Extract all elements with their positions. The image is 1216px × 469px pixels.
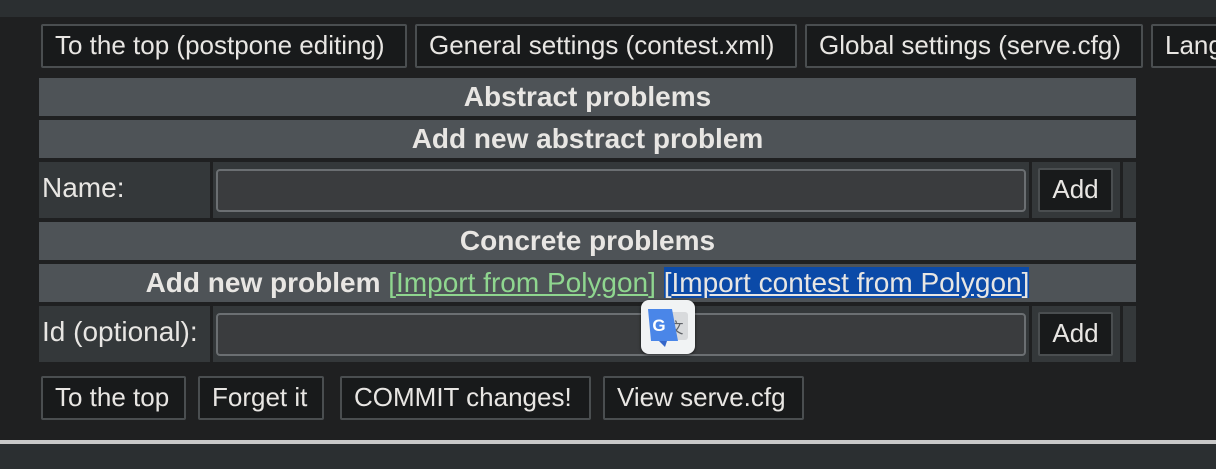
name-label: Name:: [42, 172, 125, 203]
to-top-postpone-button[interactable]: To the top (postpone editing): [41, 24, 407, 68]
id-optional-label: Id (optional):: [42, 316, 198, 347]
import-contest-label: Import contest from Polygon: [671, 267, 1022, 298]
google-translate-icon[interactable]: 文 G: [641, 300, 695, 354]
add-abstract-button[interactable]: Add: [1038, 168, 1113, 212]
open-bracket: [: [388, 267, 397, 298]
to-top-button[interactable]: To the top: [41, 376, 186, 420]
import-contest-from-polygon-link[interactable]: [Import contest from Polygon]: [663, 267, 1030, 298]
commit-changes-button[interactable]: COMMIT changes!: [340, 376, 591, 420]
concrete-row-end-cell: [1123, 306, 1136, 362]
close-bracket: ]: [648, 267, 656, 298]
forget-it-button[interactable]: Forget it: [198, 376, 324, 420]
problem-id-input[interactable]: [216, 313, 1026, 356]
abstract-row-end-cell: [1123, 162, 1136, 218]
concrete-problems-header: Concrete problems: [39, 222, 1136, 260]
abstract-problems-header: Abstract problems: [39, 78, 1136, 116]
global-settings-button[interactable]: Global settings (serve.cfg): [805, 24, 1143, 68]
abstract-name-input[interactable]: [216, 169, 1026, 212]
add-new-problem-title: Add new problem: [145, 267, 381, 298]
svg-text:G: G: [652, 316, 665, 335]
browser-bottom-strip: [0, 444, 1216, 469]
add-concrete-button[interactable]: Add: [1038, 312, 1113, 356]
add-concrete-problem-header: Add new problem [Import from Polygon] [I…: [39, 264, 1136, 302]
browser-top-strip: [0, 0, 1216, 17]
add-abstract-problem-header: Add new abstract problem: [39, 120, 1136, 158]
import-from-polygon-link[interactable]: Import from Polygon: [396, 267, 648, 298]
view-serve-cfg-button[interactable]: View serve.cfg: [603, 376, 804, 420]
translate-glyph-icon: 文 G: [648, 309, 688, 347]
close-bracket-selected: ]: [1021, 267, 1030, 298]
general-settings-button[interactable]: General settings (contest.xml): [415, 24, 797, 68]
language-settings-button[interactable]: Lang: [1151, 24, 1216, 68]
